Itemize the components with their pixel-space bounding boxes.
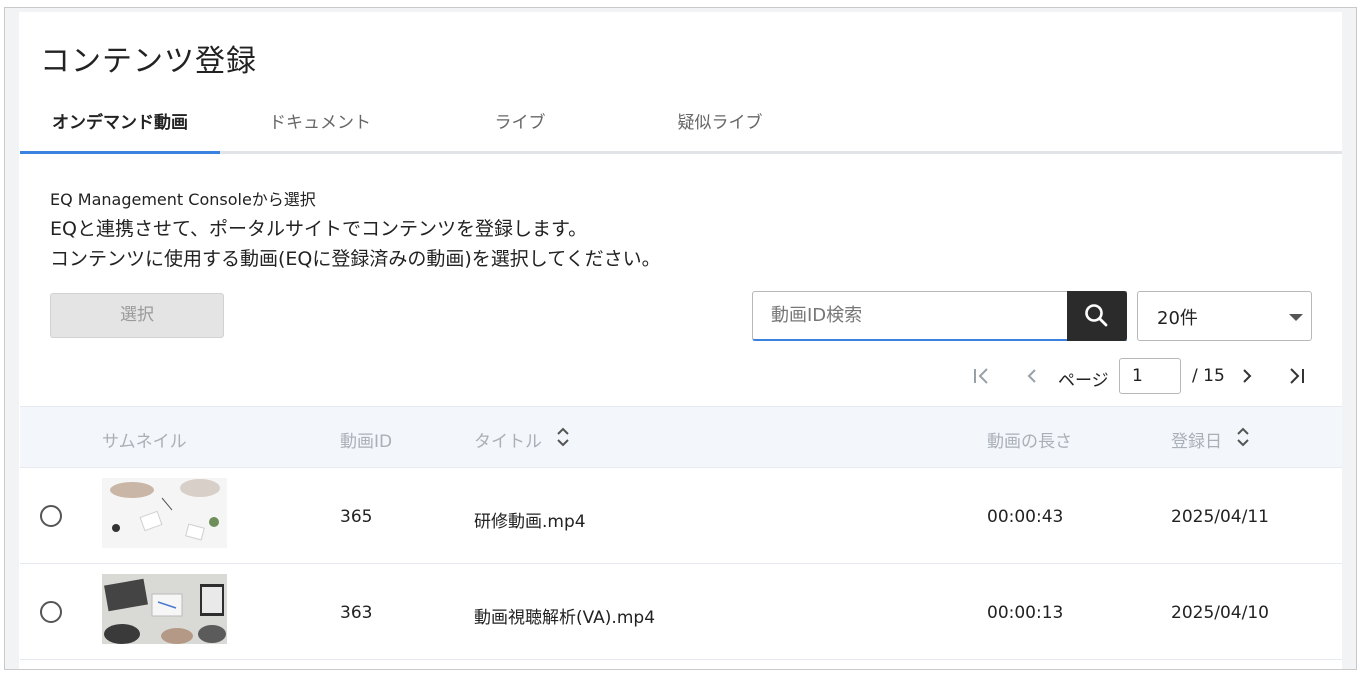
- cell-registered-date: 2025/04/11: [1171, 507, 1269, 527]
- items-per-page-value: 20件: [1157, 308, 1198, 329]
- cell-video-id: 365: [340, 507, 373, 527]
- search-icon: [1085, 304, 1108, 327]
- cell-video-id: 363: [340, 603, 373, 623]
- cell-title: 研修動画.mp4: [474, 512, 586, 532]
- page-total: / 15: [1192, 366, 1225, 386]
- first-page-icon[interactable]: [971, 366, 993, 386]
- header-title[interactable]: タイトル: [474, 427, 542, 452]
- header-registered-date[interactable]: 登録日: [1171, 427, 1222, 452]
- search-box: [752, 291, 1127, 341]
- header-duration: 動画の長さ: [987, 432, 1072, 452]
- window-bottom-border: [4, 669, 1357, 670]
- video-thumbnail: [102, 478, 227, 548]
- description-line-2: コンテンツに使用する動画(EQに登録済みの動画)を選択してください。: [50, 248, 661, 270]
- items-per-page-select[interactable]: 20件: [1137, 291, 1312, 341]
- row-radio[interactable]: [40, 505, 62, 527]
- active-tab-indicator: [20, 151, 220, 154]
- last-page-icon[interactable]: [1286, 366, 1308, 386]
- cell-registered-date: 2025/04/10: [1171, 603, 1269, 623]
- header-video-id: 動画ID: [340, 432, 393, 452]
- description-heading: EQ Management Consoleから選択: [50, 190, 316, 209]
- chevron-down-icon: [1289, 314, 1303, 321]
- page-title: コンテンツ登録: [40, 44, 257, 79]
- tab-document[interactable]: ドキュメント: [220, 106, 420, 152]
- description-line-1: EQと連携させて、ポータルサイトでコンテンツを登録します。: [50, 218, 588, 240]
- sort-icon[interactable]: [556, 425, 570, 449]
- cell-title: 動画視聴解析(VA).mp4: [474, 608, 656, 628]
- tab-on-demand-video[interactable]: オンデマンド動画: [20, 106, 220, 152]
- page-number-input[interactable]: [1119, 358, 1181, 394]
- prev-page-icon[interactable]: [1021, 366, 1043, 386]
- search-input[interactable]: [753, 292, 1067, 338]
- video-thumbnail: [102, 574, 227, 644]
- select-button[interactable]: 選択: [50, 293, 224, 338]
- tab-pseudo-live[interactable]: 疑似ライブ: [620, 106, 820, 152]
- tab-live[interactable]: ライブ: [420, 106, 620, 152]
- table-header: [20, 406, 1342, 468]
- row-radio[interactable]: [40, 601, 62, 623]
- cell-duration: 00:00:13: [987, 603, 1064, 623]
- next-page-icon[interactable]: [1236, 366, 1258, 386]
- sort-icon[interactable]: [1236, 425, 1250, 449]
- cell-duration: 00:00:43: [987, 507, 1064, 527]
- search-button[interactable]: [1067, 291, 1127, 341]
- header-thumbnail: サムネイル: [102, 432, 187, 452]
- page-label: ページ: [1058, 371, 1109, 391]
